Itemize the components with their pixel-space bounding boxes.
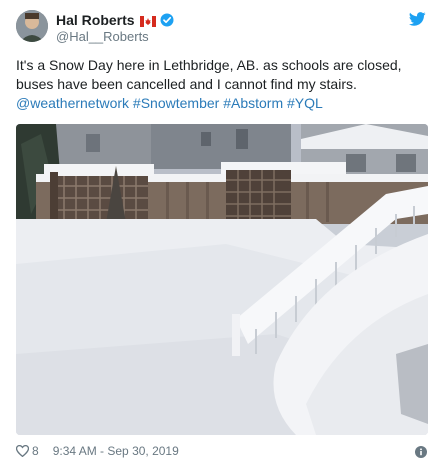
avatar[interactable] <box>16 10 48 42</box>
tweet-footer: 8 9:34 AM - Sep 30, 2019 <box>15 444 179 458</box>
canada-flag-icon <box>139 14 156 27</box>
verified-icon <box>160 13 174 27</box>
info-icon[interactable] <box>415 445 427 458</box>
twitter-logo-icon[interactable] <box>408 12 426 26</box>
name-row: Hal Roberts <box>56 11 174 28</box>
tweet-text: It's a Snow Day here in Lethbridge, AB. … <box>16 56 428 113</box>
heart-icon[interactable] <box>15 444 30 458</box>
tweet-timestamp[interactable]: 9:34 AM - Sep 30, 2019 <box>53 444 179 458</box>
like-count: 8 <box>32 444 39 458</box>
display-name[interactable]: Hal Roberts <box>56 12 135 28</box>
tweet-photo[interactable] <box>16 124 428 435</box>
tweet-card: Hal Roberts @Hal__Roberts It's a Snow Da… <box>0 0 441 463</box>
tweet-hashtags[interactable]: @weathernetwork #Snowtember #Abstorm #YQ… <box>16 95 323 111</box>
user-handle[interactable]: @Hal__Roberts <box>56 29 149 44</box>
tweet-body: It's a Snow Day here in Lethbridge, AB. … <box>16 57 402 92</box>
